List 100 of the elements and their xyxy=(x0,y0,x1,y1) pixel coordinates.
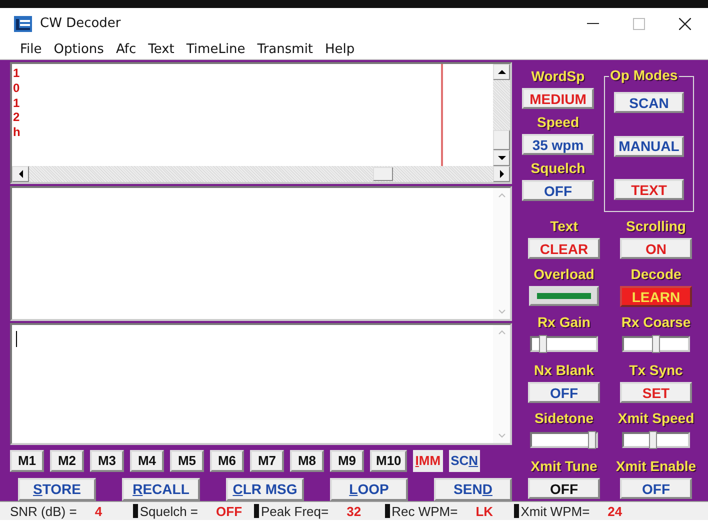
memory-button[interactable]: M4 xyxy=(130,450,164,472)
control-label: Xmit Speed xyxy=(618,410,694,427)
menu-item[interactable]: Options xyxy=(48,42,110,56)
status-value: 4 xyxy=(94,504,104,518)
control-label: Text xyxy=(550,218,578,235)
toggle-button[interactable]: ON xyxy=(620,238,692,259)
control-label: WordSp xyxy=(531,68,585,85)
memory-button[interactable]: M5 xyxy=(170,450,204,472)
decoded-line: 0 xyxy=(13,80,21,96)
status-label: Squelch = xyxy=(140,504,198,518)
minimize-icon[interactable] xyxy=(587,22,599,24)
menu-item[interactable]: Help xyxy=(319,42,361,56)
slider-thumb[interactable] xyxy=(652,335,660,353)
status-separator xyxy=(254,504,260,518)
scroll-thumb[interactable] xyxy=(373,166,393,181)
scroll-up-button[interactable] xyxy=(493,64,510,80)
memory-button[interactable]: SCN xyxy=(448,450,480,472)
menu-item[interactable]: Text xyxy=(142,42,180,56)
control-label: Rx Coarse xyxy=(621,314,691,331)
text-cursor xyxy=(16,331,17,348)
mode-button[interactable]: SCAN xyxy=(614,92,684,113)
toggle-button[interactable]: OFF xyxy=(528,382,600,403)
memory-button[interactable]: M8 xyxy=(290,450,324,472)
setting-button[interactable]: MEDIUM xyxy=(522,88,594,109)
status-value: LK xyxy=(476,504,494,518)
decoded-line: 2 xyxy=(13,110,21,126)
control-label: Scrolling xyxy=(626,218,686,235)
status-value: OFF xyxy=(216,504,244,518)
status-label: Rec WPM= xyxy=(392,504,458,518)
down-arrow-icon xyxy=(498,154,506,161)
control-label: Xmit Enable xyxy=(616,458,696,475)
decoded-line: 1 xyxy=(13,66,21,81)
slider-track[interactable] xyxy=(622,432,690,448)
mode-button[interactable]: MANUAL xyxy=(614,136,684,156)
transmit-text-area[interactable] xyxy=(10,323,512,445)
mode-button[interactable]: TEXT xyxy=(614,179,684,200)
menu-item[interactable]: Transmit xyxy=(251,42,320,56)
slider-track[interactable] xyxy=(530,336,598,352)
slider-thumb[interactable] xyxy=(588,431,596,449)
memory-button[interactable]: IMM xyxy=(413,450,443,472)
memory-button[interactable]: M1 xyxy=(10,450,44,472)
overload-meter xyxy=(529,286,599,306)
down-chevron-icon xyxy=(498,432,506,439)
right-arrow-icon xyxy=(498,170,504,178)
control-label: Speed xyxy=(536,114,579,131)
left-arrow-icon xyxy=(18,170,24,178)
action-button[interactable]: CLR MSG xyxy=(226,478,304,501)
toggle-button[interactable]: OFF xyxy=(620,478,692,499)
memory-button[interactable]: M10 xyxy=(370,450,408,472)
down-chevron-icon xyxy=(498,309,506,316)
decoded-line: 1 xyxy=(13,96,21,110)
toggle-button[interactable]: CLEAR xyxy=(528,238,600,259)
control-label: Squelch xyxy=(530,160,586,177)
memory-button[interactable]: M7 xyxy=(250,450,284,472)
control-label: Sidetone xyxy=(534,410,594,427)
toggle-button[interactable]: OFF xyxy=(528,478,600,499)
up-chevron-icon xyxy=(498,329,506,336)
control-label: Nx Blank xyxy=(534,362,594,379)
control-label: Overload xyxy=(534,266,594,283)
menu-item[interactable]: TimeLine xyxy=(180,42,252,56)
decoded-line: h xyxy=(13,125,22,140)
up-arrow-icon xyxy=(498,69,506,75)
close-icon[interactable] xyxy=(679,18,691,30)
status-label: Xmit WPM= xyxy=(520,504,590,518)
action-button[interactable]: SEND xyxy=(434,478,512,501)
control-label: Xmit Tune xyxy=(530,458,598,475)
control-label: Tx Sync xyxy=(629,362,683,379)
group-title: Op Modes xyxy=(609,67,679,84)
action-button[interactable]: RECALL xyxy=(122,478,200,501)
memory-button[interactable]: M6 xyxy=(210,450,244,472)
scroll-thumb[interactable] xyxy=(493,130,510,150)
memory-button[interactable]: M2 xyxy=(50,450,84,472)
slider-track[interactable] xyxy=(530,432,598,448)
control-label: Rx Gain xyxy=(538,314,590,331)
memory-button[interactable]: M9 xyxy=(330,450,364,472)
scroll-down-button[interactable] xyxy=(493,150,510,166)
slider-thumb[interactable] xyxy=(538,335,547,353)
status-separator xyxy=(514,504,519,518)
slider-track[interactable] xyxy=(622,336,690,352)
action-button[interactable]: LOOP xyxy=(330,478,408,501)
receive-text-area[interactable] xyxy=(10,186,512,322)
status-value: 24 xyxy=(608,504,624,518)
action-button[interactable]: STORE xyxy=(18,478,96,501)
up-chevron-icon xyxy=(498,192,506,198)
horizontal-scrollbar[interactable] xyxy=(12,166,510,182)
status-label: Peak Freq= xyxy=(261,504,329,518)
toggle-button[interactable]: SET xyxy=(620,382,692,403)
setting-button[interactable]: 35 wpm xyxy=(522,134,594,155)
control-label: Decode xyxy=(630,266,682,283)
status-separator xyxy=(384,504,390,518)
status-label: SNR (dB) = xyxy=(10,504,77,518)
status-value: 32 xyxy=(346,504,362,518)
status-separator xyxy=(132,504,138,518)
setting-button[interactable]: OFF xyxy=(522,180,594,201)
slider-thumb[interactable] xyxy=(649,431,658,449)
menu-item[interactable]: Afc xyxy=(110,42,142,56)
memory-button[interactable]: M3 xyxy=(90,450,124,472)
menu-item[interactable]: File xyxy=(14,42,48,56)
app-icon xyxy=(14,16,32,32)
window-title: CW Decoder xyxy=(40,16,122,31)
